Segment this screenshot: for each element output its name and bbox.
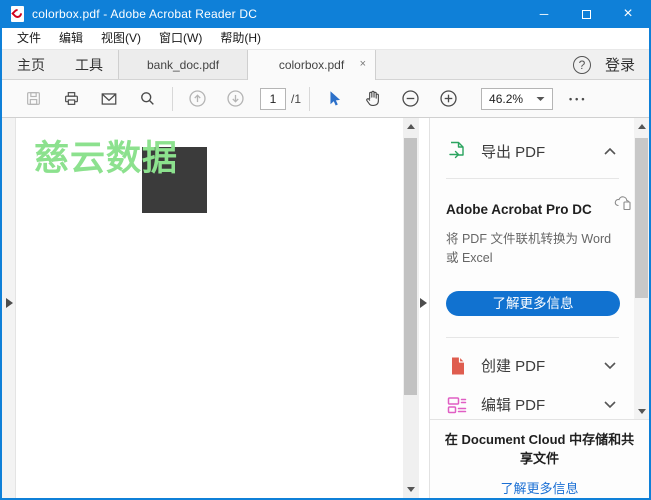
create-pdf-icon: [452, 357, 464, 375]
chevron-down-icon[interactable]: [603, 361, 617, 370]
previous-page-button[interactable]: [182, 85, 212, 113]
scrollbar-thumb[interactable]: [404, 138, 417, 395]
sign-in-button[interactable]: 登录: [605, 54, 635, 75]
export-pdf-icon: [449, 141, 464, 159]
tab-document-bank-doc[interactable]: bank_doc.pdf: [118, 50, 247, 79]
menu-file[interactable]: 文件: [8, 28, 50, 49]
sidebar-divider: [446, 178, 619, 179]
document-scrollbar[interactable]: [403, 118, 419, 498]
help-icon[interactable]: ?: [572, 55, 591, 74]
toolbar-separator: [172, 86, 173, 111]
scroll-up-icon[interactable]: [634, 124, 649, 129]
left-panel-strip: [2, 118, 16, 498]
tab-document-colorbox[interactable]: colorbox.pdf ×: [247, 50, 376, 80]
tab-bar: 主页 工具 bank_doc.pdf colorbox.pdf × ? 登录: [2, 50, 649, 80]
menu-edit[interactable]: 编辑: [50, 28, 92, 49]
sidebar-collapse-handle[interactable]: [419, 118, 429, 498]
chevron-up-icon[interactable]: [603, 147, 617, 156]
scroll-down-icon[interactable]: [403, 487, 419, 492]
scrollbar-thumb[interactable]: [635, 138, 648, 298]
zoom-in-button[interactable]: [433, 85, 463, 113]
window-title: colorbox.pdf - Adobe Acrobat Reader DC: [32, 7, 258, 21]
promo-description: 将 PDF 文件联机转换为 Word 或 Excel: [446, 232, 612, 266]
search-button[interactable]: [132, 85, 162, 113]
save-button[interactable]: [18, 85, 48, 113]
promo-title: Adobe Acrobat Pro DC: [446, 202, 592, 217]
select-tool-button[interactable]: [319, 85, 349, 113]
sidebar-scrollbar[interactable]: [634, 118, 649, 420]
tab-close-icon[interactable]: ×: [360, 58, 366, 70]
more-tools-button[interactable]: •••: [569, 94, 587, 104]
create-pdf-label: 创建 PDF: [481, 358, 546, 376]
zoom-out-icon: [401, 90, 419, 107]
document-canvas[interactable]: 慈云数据: [16, 118, 403, 498]
search-icon: [140, 92, 154, 105]
document-cloud-section: 在 Document Cloud 中存储和共享文件 了解更多信息: [430, 419, 649, 498]
maximize-button[interactable]: [565, 0, 607, 28]
hand-tool-button[interactable]: [357, 85, 387, 113]
export-pdf-section[interactable]: 导出 PDF: [446, 138, 619, 164]
content-area: 慈云数据 导出 PDF Adobe Acrobat Pro DC 将 PDF 文…: [2, 118, 649, 498]
zoom-in-icon: [439, 90, 457, 107]
promo-header: Adobe Acrobat Pro DC: [446, 196, 631, 219]
page-count-label: /1: [291, 91, 302, 106]
zoom-out-button[interactable]: [395, 85, 425, 113]
acrobat-logo-icon: [11, 6, 24, 22]
zoom-level-dropdown[interactable]: 46.2%: [481, 87, 554, 110]
cloud-learn-more-link[interactable]: 了解更多信息: [500, 478, 578, 497]
save-icon: [26, 92, 40, 105]
next-page-button[interactable]: [220, 85, 250, 113]
edit-pdf-icon: [447, 397, 467, 413]
document-cloud-text: 在 Document Cloud 中存储和共享文件: [444, 432, 635, 467]
tab-label: bank_doc.pdf: [146, 57, 220, 72]
tab-bar-right: ? 登录: [572, 50, 649, 79]
page-down-icon: [226, 90, 244, 107]
toolbar-separator: [309, 86, 311, 111]
learn-more-button[interactable]: 了解更多信息: [446, 290, 620, 316]
edit-pdf-label: 编辑 PDF: [481, 397, 546, 415]
window-controls: ─ ×: [523, 0, 649, 28]
menu-help[interactable]: 帮助(H): [211, 28, 270, 49]
hand-tool-icon: [365, 90, 379, 107]
tab-tools[interactable]: 工具: [60, 50, 118, 79]
cloud-copy-icon: [614, 196, 631, 211]
tools-sidebar: 导出 PDF Adobe Acrobat Pro DC 将 PDF 文件联机转换…: [429, 118, 649, 498]
menu-view[interactable]: 视图(V): [92, 28, 150, 49]
title-bar: colorbox.pdf - Adobe Acrobat Reader DC ─…: [2, 0, 649, 28]
close-button[interactable]: ×: [607, 0, 649, 28]
tab-label: colorbox.pdf: [278, 58, 345, 72]
zoom-level-value: 46.2%: [489, 91, 524, 106]
sidebar-scroll-region: 导出 PDF Adobe Acrobat Pro DC 将 PDF 文件联机转换…: [430, 118, 649, 420]
scroll-down-icon[interactable]: [634, 409, 649, 414]
menu-window[interactable]: 窗口(W): [150, 28, 211, 49]
chevron-down-icon[interactable]: [603, 400, 617, 409]
sidebar-divider: [446, 336, 619, 338]
export-pdf-label: 导出 PDF: [481, 143, 546, 161]
select-cursor-icon: [329, 91, 340, 106]
caret-down-icon: [536, 96, 545, 101]
print-button[interactable]: [56, 85, 86, 113]
maximize-icon: [581, 9, 591, 19]
toolbar: 1 /1 46.2% •••: [2, 80, 649, 118]
menu-bar: 文件 编辑 视图(V) 窗口(W) 帮助(H): [2, 28, 649, 50]
print-icon: [64, 92, 78, 105]
tab-home[interactable]: 主页: [2, 50, 60, 79]
page-up-icon: [188, 90, 206, 107]
scroll-up-icon[interactable]: [403, 124, 419, 129]
acrobat-window: colorbox.pdf - Adobe Acrobat Reader DC ─…: [0, 0, 651, 500]
email-button[interactable]: [94, 85, 124, 113]
watermark-text: 慈云数据: [34, 139, 179, 178]
create-pdf-section[interactable]: 创建 PDF: [446, 353, 619, 379]
collapse-sidebar-icon: [420, 298, 427, 308]
minimize-button[interactable]: ─: [523, 0, 565, 28]
page-number-input[interactable]: 1: [260, 87, 286, 110]
email-icon: [101, 92, 117, 105]
edit-pdf-section[interactable]: 编辑 PDF: [446, 392, 619, 418]
expand-left-panel-icon[interactable]: [6, 298, 13, 308]
